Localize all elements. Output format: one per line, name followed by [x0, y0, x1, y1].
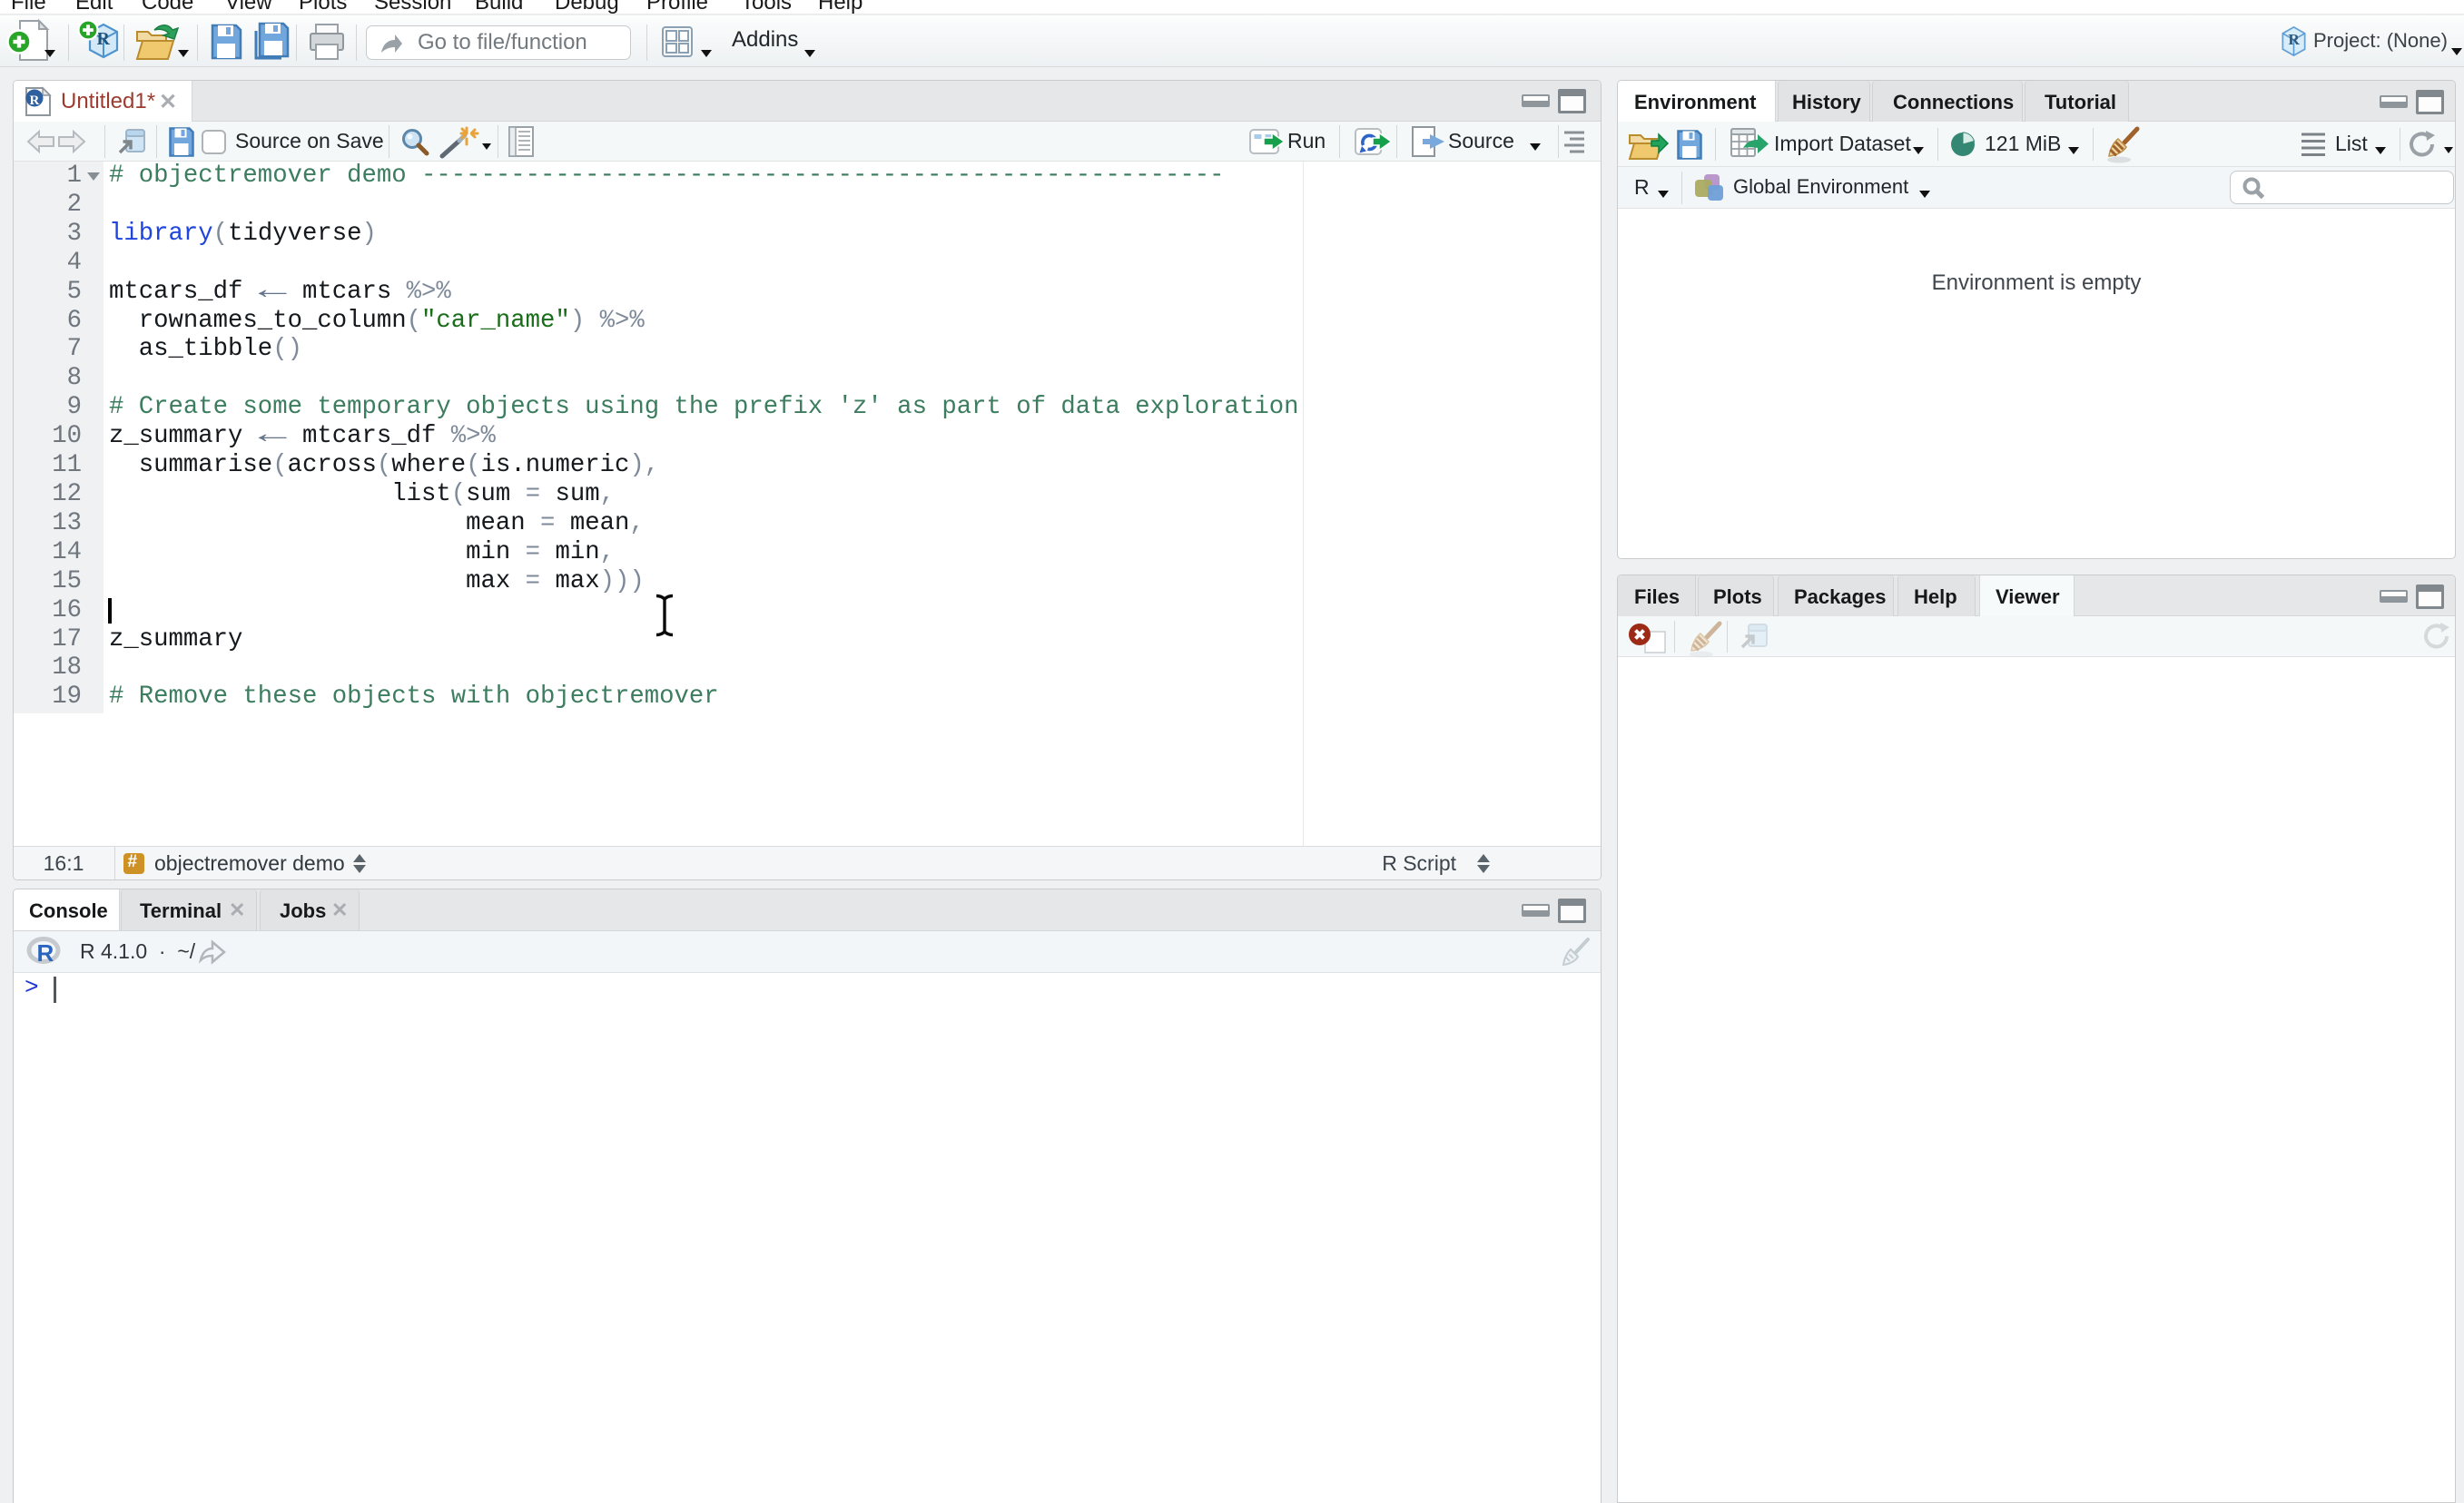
svg-text:R: R	[37, 939, 54, 967]
svg-text:R: R	[2288, 31, 2300, 48]
svg-text:R: R	[97, 29, 111, 49]
svg-text:R: R	[30, 93, 40, 108]
